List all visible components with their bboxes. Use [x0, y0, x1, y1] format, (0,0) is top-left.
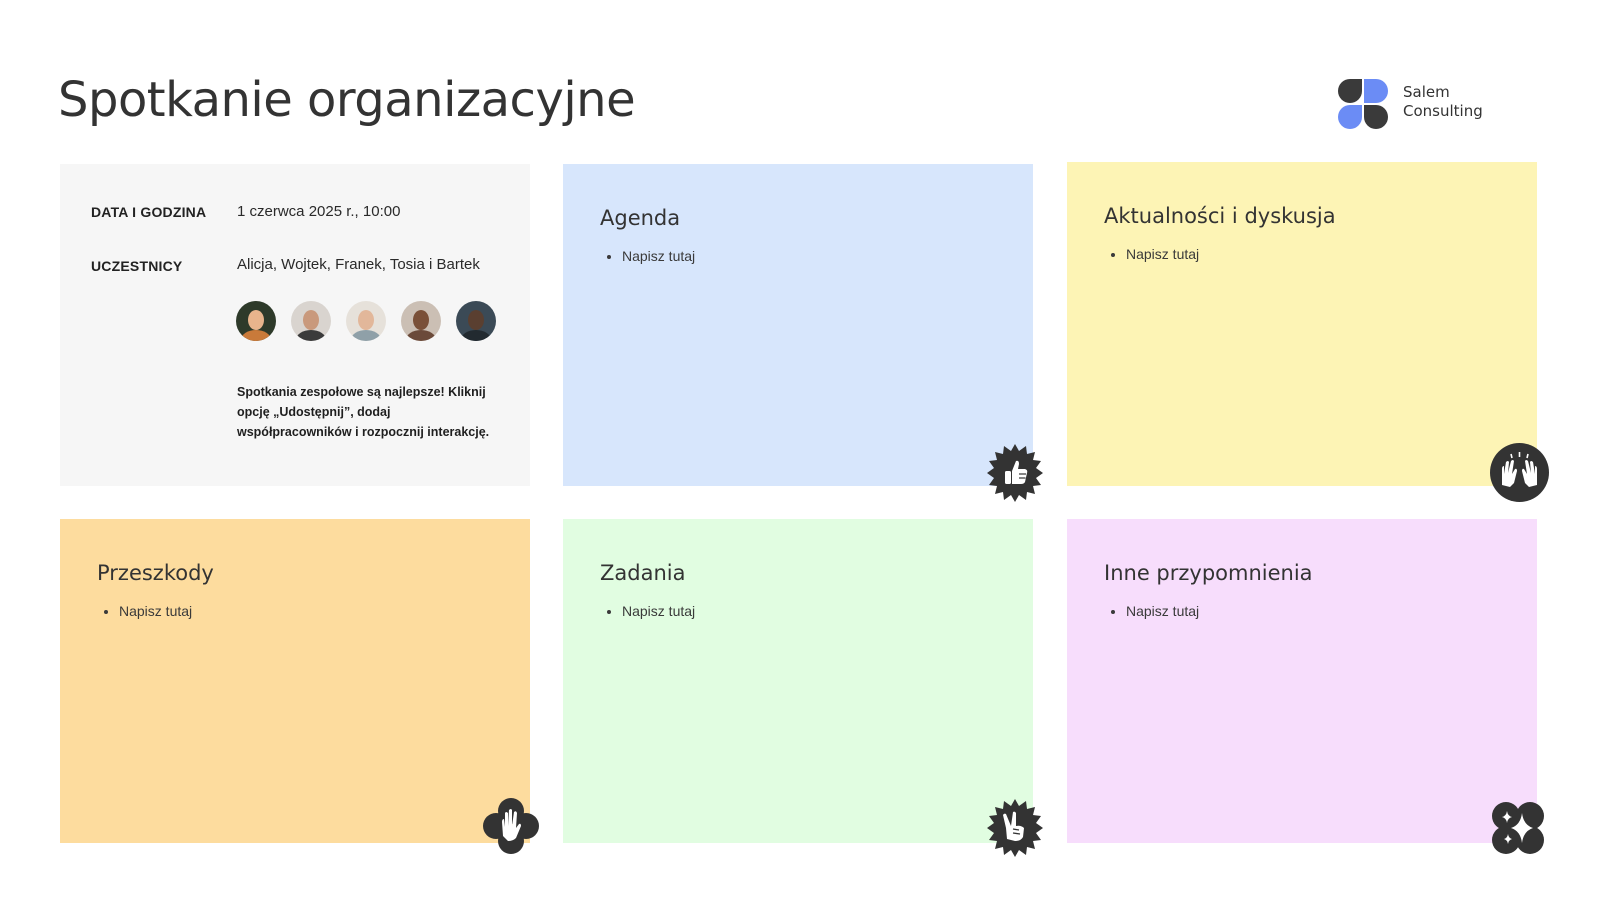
- tasks-heading[interactable]: Zadania: [600, 561, 685, 585]
- news-discussion-card[interactable]: Aktualności i dyskusja Napisz tutaj: [1067, 162, 1537, 486]
- obstacles-heading[interactable]: Przeszkody: [97, 561, 214, 585]
- news-heading[interactable]: Aktualności i dyskusja: [1104, 204, 1336, 228]
- agenda-card[interactable]: Agenda Napisz tutaj: [563, 164, 1033, 486]
- board-page: Spotkanie organizacyjne Salem Consulting…: [0, 0, 1600, 900]
- thumbs-up-icon[interactable]: [986, 444, 1044, 502]
- logo-line-2: Consulting: [1403, 102, 1483, 120]
- avatar-alicja[interactable]: [236, 301, 276, 341]
- reminders-heading[interactable]: Inne przypomnienia: [1104, 561, 1313, 585]
- obstacles-list: Napisz tutaj: [97, 603, 192, 619]
- date-label: DATA I GODZINA: [91, 204, 207, 220]
- reminders-card[interactable]: Inne przypomnienia Napisz tutaj: [1067, 519, 1537, 843]
- tasks-card[interactable]: Zadania Napisz tutaj: [563, 519, 1033, 843]
- raised-hands-icon[interactable]: [1490, 443, 1549, 502]
- avatar-bartek[interactable]: [456, 301, 496, 341]
- sparkles-icon[interactable]: [1491, 801, 1545, 855]
- participants-label: UCZESTNICY: [91, 258, 183, 274]
- logo-line-1: Salem: [1403, 83, 1450, 101]
- list-item[interactable]: Napisz tutaj: [600, 248, 695, 264]
- list-item[interactable]: Napisz tutaj: [1104, 246, 1199, 262]
- agenda-list: Napisz tutaj: [600, 248, 695, 264]
- agenda-heading[interactable]: Agenda: [600, 206, 680, 230]
- news-list: Napisz tutaj: [1104, 246, 1199, 262]
- reminders-list: Napisz tutaj: [1104, 603, 1199, 619]
- avatar-wojtek[interactable]: [291, 301, 331, 341]
- stop-hand-icon[interactable]: [483, 798, 539, 854]
- meeting-info-card[interactable]: DATA I GODZINA 1 czerwca 2025 r., 10:00 …: [60, 164, 530, 486]
- list-item[interactable]: Napisz tutaj: [1104, 603, 1199, 619]
- avatar-tosia[interactable]: [401, 301, 441, 341]
- tasks-list: Napisz tutaj: [600, 603, 695, 619]
- obstacles-card[interactable]: Przeszkody Napisz tutaj: [60, 519, 530, 843]
- share-note[interactable]: Spotkania zespołowe są najlepsze! Klikni…: [237, 382, 507, 442]
- clover-logo-icon: [1338, 79, 1388, 129]
- peace-hand-icon[interactable]: [986, 799, 1044, 857]
- page-title[interactable]: Spotkanie organizacyjne: [58, 72, 636, 128]
- avatar-franek[interactable]: [346, 301, 386, 341]
- date-value[interactable]: 1 czerwca 2025 r., 10:00: [237, 203, 400, 220]
- list-item[interactable]: Napisz tutaj: [600, 603, 695, 619]
- participants-value[interactable]: Alicja, Wojtek, Franek, Tosia i Bartek: [237, 256, 480, 273]
- participant-avatars: [236, 301, 496, 341]
- logo-text: Salem Consulting: [1403, 83, 1483, 121]
- company-logo: Salem Consulting: [1338, 79, 1528, 129]
- list-item[interactable]: Napisz tutaj: [97, 603, 192, 619]
